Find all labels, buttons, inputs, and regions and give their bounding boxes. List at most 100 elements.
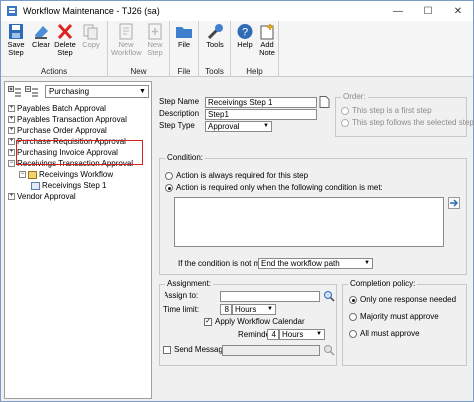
add-note-button[interactable]: Add Note	[254, 23, 280, 57]
chevron-down-icon: ▼	[316, 331, 322, 337]
follows-step-radio[interactable]	[341, 119, 349, 127]
first-step-label: This step is a first step	[352, 106, 432, 115]
arrow-right-icon	[450, 199, 459, 207]
tree-item-receivings-workflow[interactable]: − Receivings Workflow	[19, 169, 113, 180]
ribbon: Save Step Clear Delete Step Copy Actions…	[1, 21, 473, 77]
delete-icon	[57, 23, 73, 40]
note-icon[interactable]	[319, 96, 330, 108]
expand-icon[interactable]: +	[8, 138, 15, 146]
minimize-button[interactable]: —	[383, 1, 413, 21]
folder-icon	[176, 27, 192, 38]
step-name-field[interactable]: Receivings Step 1	[205, 97, 317, 108]
apply-calendar-checkbox[interactable]: ✓	[204, 318, 212, 326]
assignment-frame: Assignment: Assign to: Time limit: 8 Hou…	[159, 279, 337, 366]
highlight-box	[16, 140, 143, 165]
clear-icon	[35, 26, 48, 39]
always-required-radio[interactable]	[165, 172, 173, 180]
all-approve-radio[interactable]	[349, 330, 357, 338]
assign-to-label: Assign to:	[163, 291, 199, 300]
actions-group-label: Actions	[40, 67, 68, 76]
collapse-all-icon[interactable]	[25, 86, 39, 98]
first-step-radio[interactable]	[341, 107, 349, 115]
expand-icon[interactable]: +	[8, 193, 15, 201]
completion-title: Completion policy:	[348, 279, 418, 288]
close-button[interactable]: ✕	[443, 1, 473, 21]
search-icon[interactable]	[323, 290, 335, 302]
one-response-radio[interactable]	[349, 296, 357, 304]
expand-icon[interactable]: +	[8, 149, 15, 157]
new-group: New Workflow New Step New	[108, 21, 170, 77]
condition-textbox[interactable]	[174, 197, 444, 247]
workflow-icon	[28, 170, 37, 179]
condition-frame: Condition: Action is always required for…	[159, 153, 467, 275]
expand-icon[interactable]: +	[8, 116, 15, 124]
tools-button[interactable]: Tools	[202, 23, 228, 49]
step-type-label: Step Type	[159, 121, 195, 130]
description-field[interactable]: Step1	[205, 109, 317, 120]
copy-icon	[83, 24, 98, 40]
help-group: ? Help Add Note Help	[231, 21, 279, 77]
collapse-icon[interactable]: −	[19, 171, 26, 179]
workflow-tree-pane: Purchasing ▼ + Payables Batch Approval + P…	[4, 81, 152, 399]
tree-item-receivings-step-1[interactable]: Receivings Step 1	[31, 180, 106, 191]
time-limit-value[interactable]: 8	[220, 304, 232, 315]
condition-title: Condition:	[165, 153, 206, 162]
one-response-label: Only one response needed	[360, 295, 457, 304]
save-icon	[9, 24, 23, 39]
clear-button[interactable]: Clear	[28, 23, 54, 49]
follows-step-label: This step follows the selected step:	[352, 118, 474, 127]
help-icon: ?	[237, 24, 253, 39]
tree-filter-dropdown[interactable]: Purchasing ▼	[45, 85, 149, 98]
chevron-down-icon: ▼	[267, 306, 273, 312]
step-name-label: Step Name	[159, 97, 200, 106]
condition-met-label: Action is required only when the followi…	[176, 183, 383, 192]
apply-calendar-label: Apply Workflow Calendar	[215, 317, 305, 326]
new-step-button[interactable]: New Step	[142, 23, 168, 57]
new-workflow-icon	[119, 23, 133, 40]
tree-item-payables-transaction[interactable]: + Payables Transaction Approval	[8, 114, 127, 125]
maximize-button[interactable]: ☐	[413, 1, 443, 21]
title-bar: Workflow Maintenance - TJ26 (sa) — ☐ ✕	[1, 1, 473, 21]
not-met-dropdown[interactable]: End the workflow path ▼	[258, 258, 373, 269]
send-message-field[interactable]	[222, 345, 320, 356]
tree-item-vendor-approval[interactable]: + Vendor Approval	[8, 191, 76, 202]
time-limit-label: Time limit:	[163, 305, 200, 314]
expand-all-icon[interactable]	[8, 86, 22, 98]
expand-icon[interactable]: +	[8, 105, 15, 113]
reminder-unit-dropdown[interactable]: Hours ▼	[279, 329, 325, 340]
reminder-value[interactable]: 4	[267, 329, 279, 340]
new-workflow-button[interactable]: New Workflow	[111, 23, 142, 57]
workflow-maintenance-window: Workflow Maintenance - TJ26 (sa) — ☐ ✕ S…	[0, 0, 474, 402]
condition-builder-button[interactable]	[448, 197, 460, 209]
tree-item-payables-batch[interactable]: + Payables Batch Approval	[8, 103, 106, 114]
assignment-title: Assignment:	[165, 279, 214, 288]
chevron-down-icon: ▼	[263, 123, 269, 129]
tree-toolbar	[8, 85, 39, 99]
assign-to-field[interactable]	[220, 291, 320, 302]
svg-text:?: ?	[242, 27, 248, 39]
copy-button[interactable]: Copy	[78, 23, 104, 49]
majority-radio[interactable]	[349, 313, 357, 321]
tools-group-label: Tools	[205, 67, 224, 76]
step-type-dropdown[interactable]: Approval ▼	[205, 121, 272, 132]
not-met-label: If the condition is not met:	[178, 259, 270, 268]
delete-step-button[interactable]: Delete Step	[52, 23, 78, 57]
search-icon[interactable]	[323, 344, 335, 356]
description-label: Description	[159, 109, 200, 118]
send-message-checkbox[interactable]	[163, 346, 171, 354]
expand-icon[interactable]: +	[8, 127, 15, 135]
time-limit-unit-dropdown[interactable]: Hours ▼	[232, 304, 276, 315]
add-note-icon	[260, 24, 274, 40]
file-button[interactable]: File	[171, 23, 197, 49]
order-title: Order:	[341, 92, 368, 101]
file-group: File File	[170, 21, 199, 77]
tree-item-purchase-order[interactable]: + Purchase Order Approval	[8, 125, 107, 136]
new-step-icon	[148, 23, 162, 40]
tools-icon	[207, 24, 223, 40]
condition-met-radio[interactable]	[165, 184, 173, 192]
save-step-button[interactable]: Save Step	[3, 23, 29, 57]
actions-group: Save Step Clear Delete Step Copy Actions	[1, 21, 108, 77]
collapse-icon[interactable]: −	[8, 160, 15, 168]
step-icon	[31, 181, 40, 190]
new-group-label: New	[130, 67, 147, 76]
